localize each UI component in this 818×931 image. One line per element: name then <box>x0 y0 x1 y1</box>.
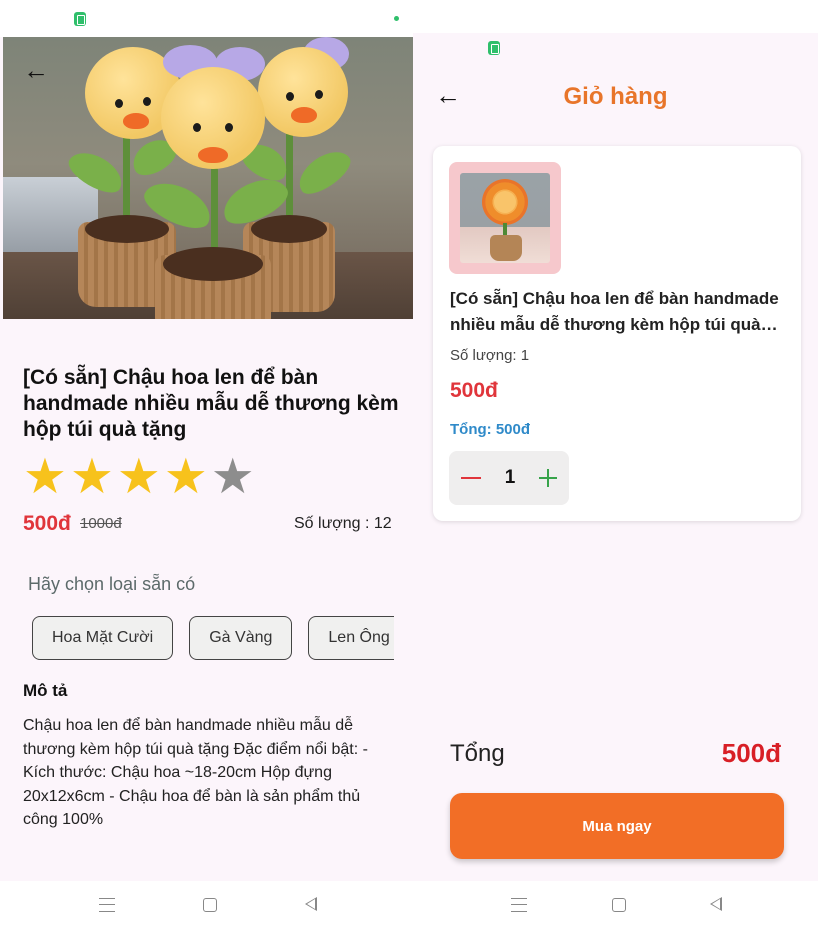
cart-item-quantity: Số lượng: 1 <box>450 347 530 364</box>
plus-icon[interactable] <box>539 469 558 487</box>
battery-icon <box>74 12 86 26</box>
product-price: 500đ <box>23 512 71 535</box>
cart-item-name: [Có sẵn] Chậu hoa len để bàn handmade nh… <box>450 289 779 334</box>
star-filled-icon: ★ <box>23 448 67 505</box>
order-total-label: Tổng <box>450 740 505 767</box>
cart-item-card: [Có sẵn] Chậu hoa len để bàn handmade nh… <box>433 146 801 521</box>
rating-stars: ★ ★ ★ ★ ★ <box>23 448 255 505</box>
back-arrow-icon[interactable]: ← <box>435 82 461 108</box>
minus-icon[interactable] <box>460 477 481 479</box>
variant-chip[interactable]: Len Ông <box>308 616 394 660</box>
quantity-stepper: 1 <box>449 451 569 505</box>
product-title: [Có sẵn] Chậu hoa len để bàn handmade nh… <box>23 366 399 441</box>
star-filled-icon: ★ <box>69 448 114 505</box>
notification-dot-icon <box>394 16 399 21</box>
stock-quantity: Số lượng : 12 <box>294 515 392 532</box>
cart-screen: Giỏ hàng ← [Có sẵn] Chậu hoa len để bàn … <box>413 0 818 931</box>
home-square-icon[interactable] <box>203 898 217 912</box>
page-title: Giỏ hàng <box>563 83 668 110</box>
star-filled-icon: ★ <box>116 448 161 505</box>
sunflower-plant-image <box>460 173 550 263</box>
system-nav-bar <box>0 881 413 931</box>
cart-item-price: 500đ <box>450 379 498 402</box>
variant-chip-list: Hoa Mặt Cười Gà Vàng Len Ông <box>32 616 394 660</box>
menu-icon[interactable] <box>511 898 527 912</box>
buy-now-button[interactable]: Mua ngay <box>450 793 784 859</box>
product-image-carousel[interactable]: ← <box>3 37 413 319</box>
star-filled-icon: ★ <box>163 448 208 505</box>
cart-item-total: Tổng: 500đ <box>450 421 531 438</box>
back-triangle-icon[interactable] <box>305 897 317 911</box>
status-bar-strip <box>413 0 818 33</box>
home-square-icon[interactable] <box>612 898 626 912</box>
product-old-price: 1000đ <box>80 515 122 532</box>
menu-icon[interactable] <box>99 898 115 912</box>
status-bar <box>0 0 413 37</box>
description-text: Chậu hoa len để bàn handmade nhiều mẫu d… <box>23 717 368 829</box>
variant-chip[interactable]: Gà Vàng <box>189 616 293 660</box>
cart-item-thumbnail[interactable] <box>449 162 561 274</box>
back-triangle-icon[interactable] <box>710 897 722 911</box>
back-arrow-icon[interactable]: ← <box>23 57 49 83</box>
variant-prompt: Hãy chọn loại sẵn có <box>28 574 196 594</box>
variant-chip[interactable]: Hoa Mặt Cười <box>32 616 174 660</box>
order-total-value: 500đ <box>721 738 781 768</box>
star-empty-icon: ★ <box>210 448 255 505</box>
battery-icon <box>488 41 500 55</box>
description-heading: Mô tả <box>23 681 68 700</box>
system-nav-bar <box>413 881 818 931</box>
quantity-value: 1 <box>504 467 516 488</box>
product-detail-screen: ← [Có sẵn] Chậu hoa len để bàn handmade … <box>0 0 413 931</box>
